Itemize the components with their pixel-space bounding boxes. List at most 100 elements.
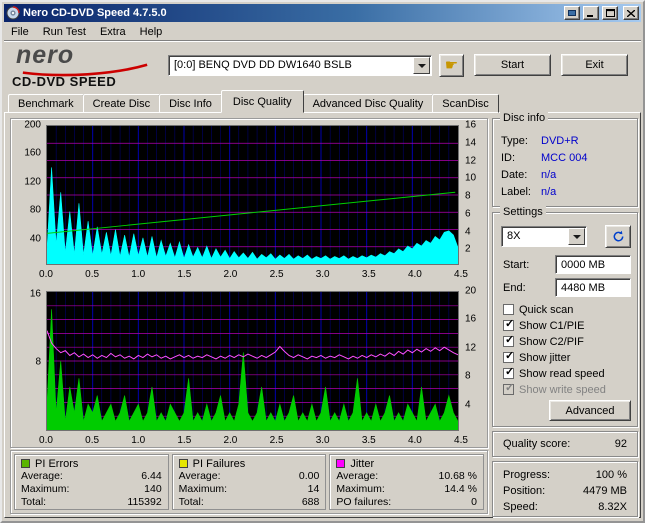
axis-tick: 2.0	[223, 269, 238, 280]
stat-label: Maximum:	[336, 483, 385, 495]
axis-tick: 6	[465, 208, 471, 220]
axis-tick: 200	[24, 119, 41, 131]
checkbox-box[interactable]	[503, 335, 514, 347]
axis-tick: 14	[465, 137, 477, 149]
pi-failures-box: PI Failures Average: 0.00 Maximum: 14 Tota…	[171, 454, 327, 510]
titlebar-extra-button[interactable]	[564, 6, 580, 20]
disc-type-label: Type:	[501, 134, 528, 147]
advanced-button[interactable]: Advanced	[549, 400, 631, 421]
stat-label: PO failures:	[336, 496, 392, 508]
maximize-button[interactable]	[602, 6, 618, 20]
axis-tick: 12	[465, 155, 477, 166]
axis-tick: 3.0	[315, 435, 330, 446]
stat-value: 6.44	[141, 470, 162, 482]
start-position-label: Start:	[503, 259, 530, 271]
axis-tick: 1.0	[131, 435, 146, 446]
chevron-down-icon	[417, 63, 426, 72]
axis-tick: 1.0	[131, 269, 146, 280]
axis-tick: 40	[29, 233, 41, 245]
jitter-color-icon	[336, 459, 346, 468]
progress-label: Progress:	[503, 469, 551, 481]
disc-id-label: ID:	[501, 151, 516, 164]
refresh-button[interactable]	[605, 225, 631, 248]
disc-id-value: MCC 004	[541, 151, 588, 164]
disc-info-title: Disc info	[500, 112, 549, 124]
drive-select-value: [0:0] BENQ DVD DD DW1640 BSLB	[174, 59, 352, 71]
menubar: File Run Test Extra Help	[4, 23, 641, 40]
speed-select-arrow[interactable]	[568, 228, 585, 245]
axis-tick: 16	[465, 313, 477, 325]
menu-run-test[interactable]: Run Test	[36, 25, 93, 39]
start-button[interactable]: Start	[474, 54, 551, 76]
position-label: Position:	[503, 485, 546, 497]
axis-tick: 2.5	[269, 269, 284, 280]
axis-tick: 3.5	[361, 435, 376, 446]
bottom-chart-x-axis: 0.0 0.5 1.0 1.5 2.0 2.5 3.0 3.5 4.0 4.5	[39, 435, 468, 446]
tab-benchmark[interactable]: Benchmark	[8, 94, 84, 113]
speed-label: Speed:	[503, 501, 538, 513]
jitter-title: Jitter	[350, 457, 375, 470]
pi-errors-title: PI Errors	[35, 457, 79, 470]
tab-scandisc[interactable]: ScanDisc	[432, 94, 499, 113]
checkbox-show-jitter[interactable]: Show jitter	[503, 351, 570, 364]
window-title: Nero CD-DVD Speed 4.7.5.0	[23, 7, 167, 19]
axis-tick: 0.5	[85, 269, 100, 280]
titlebar[interactable]: Nero CD-DVD Speed 4.7.5.0	[4, 4, 641, 22]
stat-value: 10.68 %	[438, 470, 478, 482]
pi-errors-chart	[46, 125, 459, 265]
checkbox-label: Show read speed	[519, 367, 605, 380]
checkbox-quick-scan[interactable]: Quick scan	[503, 303, 573, 316]
settings-group: Settings 8X Start: 0000 MB End: 4480 MB …	[492, 206, 638, 427]
close-icon	[627, 9, 635, 17]
toolbar-divider	[4, 40, 641, 42]
chevron-down-icon	[572, 234, 581, 243]
app-window: Nero CD-DVD Speed 4.7.5.0 File Run Test …	[0, 0, 645, 523]
progress-group: Progress: 100 % Position: 4479 MB Speed: 8.…	[492, 461, 638, 517]
axis-tick: 2	[465, 243, 471, 255]
tab-disc-info[interactable]: Disc Info	[159, 94, 222, 113]
stat-value: 14	[307, 483, 320, 495]
tab-strip: Benchmark Create Disc Disc Info Disc Qua…	[8, 89, 499, 113]
checkbox-box	[503, 383, 514, 395]
axis-tick: 8	[465, 370, 471, 382]
tab-disc-quality[interactable]: Disc Quality	[220, 90, 304, 113]
end-position-field[interactable]: 4480 MB	[555, 278, 631, 297]
checkbox-box[interactable]	[503, 367, 514, 379]
speed-select[interactable]: 8X	[501, 226, 587, 247]
bottom-chart-right-axis: 20 16 12 8 4	[462, 286, 486, 433]
write-test-button[interactable]: ☛	[439, 54, 464, 77]
checkbox-box[interactable]	[503, 319, 514, 331]
minimize-button[interactable]	[583, 6, 599, 20]
tab-create-disc[interactable]: Create Disc	[82, 94, 161, 113]
disc-date-value: n/a	[541, 168, 557, 181]
checkbox-label: Show write speed	[519, 383, 606, 396]
disc-label-label: Label:	[501, 185, 531, 198]
checkbox-box[interactable]	[503, 304, 514, 315]
axis-tick: 3.5	[361, 269, 376, 280]
bottom-chart-left-axis: 16 8	[16, 288, 43, 433]
hand-icon: ☛	[444, 56, 459, 74]
menu-file[interactable]: File	[4, 25, 36, 39]
axis-tick: 0.0	[39, 269, 53, 280]
checkbox-label: Show jitter	[519, 351, 571, 364]
axis-tick: 120	[24, 176, 41, 188]
checkbox-show-c1-pie[interactable]: Show C1/PIE	[503, 319, 584, 332]
drive-select[interactable]: [0:0] BENQ DVD DD DW1640 BSLB	[168, 55, 432, 76]
menu-extra[interactable]: Extra	[93, 25, 133, 39]
stat-value: 0.00	[298, 470, 320, 482]
checkbox-label: Quick scan	[519, 303, 574, 316]
drive-select-arrow[interactable]	[413, 57, 430, 74]
exit-button[interactable]: Exit	[561, 54, 628, 76]
settings-title: Settings	[500, 206, 546, 218]
checkbox-show-read-speed[interactable]: Show read speed	[503, 367, 605, 380]
tab-advanced-disc-quality[interactable]: Advanced Disc Quality	[302, 94, 434, 113]
top-chart-right-axis: 16 14 12 10 8 6 4 2	[462, 120, 486, 267]
pi-failures-color-icon	[178, 459, 188, 468]
close-button[interactable]	[623, 6, 639, 20]
progress-value: 100 %	[595, 469, 627, 481]
checkbox-show-c2-pif[interactable]: Show C2/PIF	[503, 335, 584, 348]
start-position-field[interactable]: 0000 MB	[555, 255, 631, 274]
axis-tick: 4.0	[407, 269, 422, 280]
checkbox-box[interactable]	[503, 351, 514, 363]
menu-help[interactable]: Help	[133, 25, 170, 39]
